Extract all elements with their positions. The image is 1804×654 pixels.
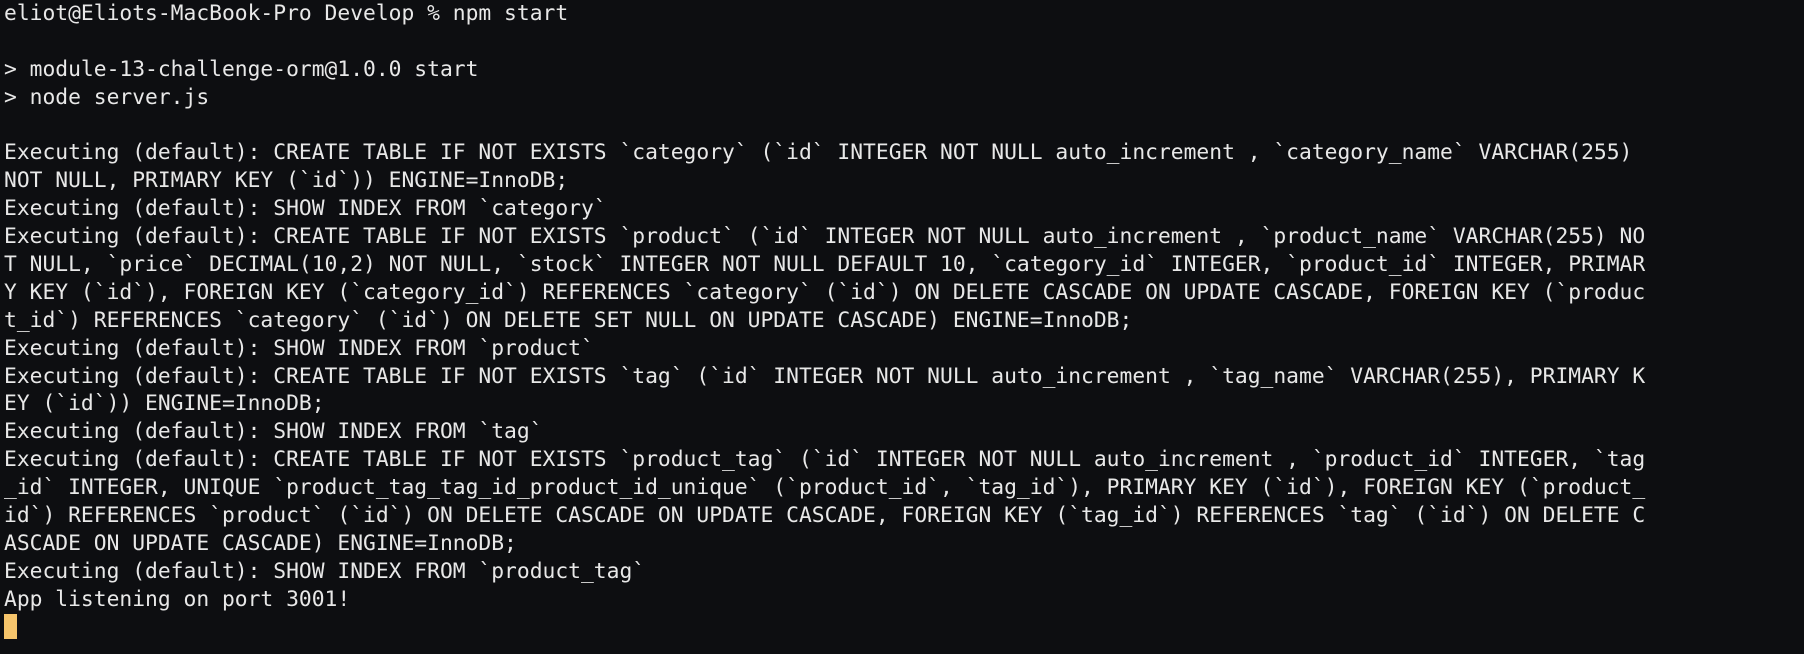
output-line: Executing (default): SHOW INDEX FROM `pr… <box>4 558 646 584</box>
output-line: EY (`id`)) ENGINE=InnoDB; <box>4 391 325 417</box>
output-line: _id` INTEGER, UNIQUE `product_tag_tag_id… <box>4 475 1646 501</box>
output-line: Executing (default): CREATE TABLE IF NOT… <box>4 447 1646 473</box>
command-prompt-line: eliot@Eliots-MacBook-Pro Develop % npm s… <box>4 1 569 26</box>
output-line: App listening on port 3001! <box>4 586 351 612</box>
terminal-cursor <box>4 613 17 639</box>
terminal-window[interactable]: eliot@Eliots-MacBook-Pro Develop % npm s… <box>0 0 1804 654</box>
output-line: ASCADE ON UPDATE CASCADE) ENGINE=InnoDB; <box>4 530 517 556</box>
output-line: > node server.js <box>4 84 210 110</box>
output-line: NOT NULL, PRIMARY KEY (`id`)) ENGINE=Inn… <box>4 168 569 194</box>
output-line: > module-13-challenge-orm@1.0.0 start <box>4 56 479 82</box>
output-line: Executing (default): CREATE TABLE IF NOT… <box>4 363 1646 389</box>
output-line: Executing (default): CREATE TABLE IF NOT… <box>4 140 1633 166</box>
output-line: id`) REFERENCES `product` (`id`) ON DELE… <box>4 503 1646 529</box>
output-line: t_id`) REFERENCES `category` (`id`) ON D… <box>4 307 1133 333</box>
output-line: Executing (default): SHOW INDEX FROM `ta… <box>4 419 543 445</box>
output-line: Executing (default): SHOW INDEX FROM `pr… <box>4 335 594 361</box>
output-line: Executing (default): SHOW INDEX FROM `ca… <box>4 196 607 222</box>
output-line: T NULL, `price` DECIMAL(10,2) NOT NULL, … <box>4 252 1646 278</box>
cursor-line[interactable] <box>4 613 1804 642</box>
output-line: Y KEY (`id`), FOREIGN KEY (`category_id`… <box>4 279 1646 305</box>
output-line: Executing (default): CREATE TABLE IF NOT… <box>4 224 1646 250</box>
